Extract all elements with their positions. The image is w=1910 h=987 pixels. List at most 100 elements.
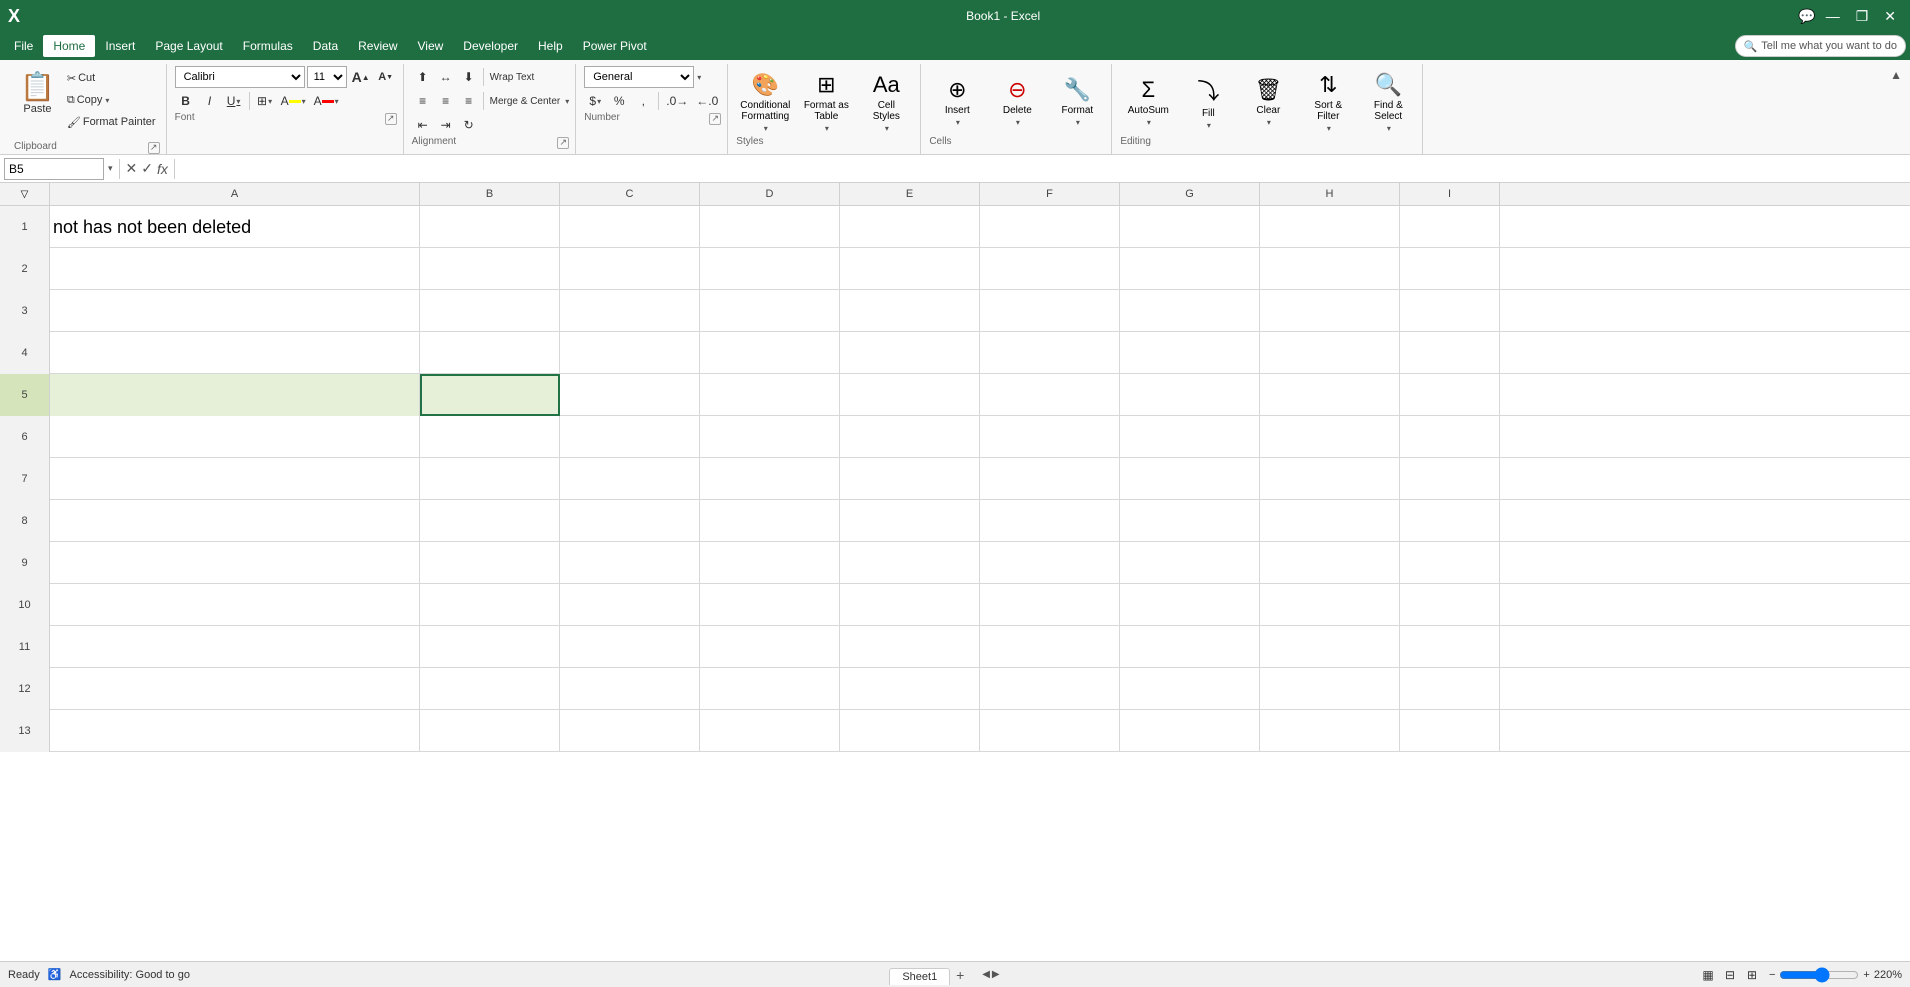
page-layout-view-button[interactable]: ⊟ <box>1721 966 1739 984</box>
row-num-8[interactable]: 8 <box>0 500 50 542</box>
font-name-select[interactable]: Calibri <box>175 66 305 88</box>
paste-button[interactable]: 📋 Paste <box>14 66 61 132</box>
align-left-button[interactable]: ≡ <box>412 90 434 112</box>
cell-b5[interactable] <box>420 374 560 416</box>
comma-button[interactable]: , <box>632 90 654 112</box>
cell-i8[interactable] <box>1400 500 1500 542</box>
cell-a4[interactable] <box>50 332 420 374</box>
cell-a3[interactable] <box>50 290 420 332</box>
cell-b13[interactable] <box>420 710 560 752</box>
cell-a7[interactable] <box>50 458 420 500</box>
menu-item-review[interactable]: Review <box>348 35 407 57</box>
col-header-d[interactable]: D <box>700 183 840 205</box>
find-select-button[interactable]: 🔍 Find &Select ▾ <box>1360 68 1416 135</box>
cell-h5[interactable] <box>1260 374 1400 416</box>
col-header-h[interactable]: H <box>1260 183 1400 205</box>
cell-d3[interactable] <box>700 290 840 332</box>
cell-i7[interactable] <box>1400 458 1500 500</box>
row-num-2[interactable]: 2 <box>0 248 50 290</box>
cell-g5[interactable] <box>1120 374 1260 416</box>
cell-h11[interactable] <box>1260 626 1400 668</box>
cell-f11[interactable] <box>980 626 1120 668</box>
menu-item-view[interactable]: View <box>408 35 454 57</box>
delete-button[interactable]: ⊖ Delete ▾ <box>989 73 1045 129</box>
menu-item-formulas[interactable]: Formulas <box>233 35 303 57</box>
cell-e2[interactable] <box>840 248 980 290</box>
page-break-preview-button[interactable]: ⊞ <box>1743 966 1761 984</box>
cell-i4[interactable] <box>1400 332 1500 374</box>
cell-g11[interactable] <box>1120 626 1260 668</box>
col-header-b[interactable]: B <box>420 183 560 205</box>
zoom-in-button[interactable]: + <box>1863 969 1869 981</box>
align-bottom-button[interactable]: ⬇ <box>458 66 480 88</box>
cell-f5[interactable] <box>980 374 1120 416</box>
cell-g6[interactable] <box>1120 416 1260 458</box>
cell-i2[interactable] <box>1400 248 1500 290</box>
cell-b11[interactable] <box>420 626 560 668</box>
increase-indent-button[interactable]: ⇥ <box>435 114 457 136</box>
cell-c5[interactable] <box>560 374 700 416</box>
menu-item-data[interactable]: Data <box>303 35 348 57</box>
close-button[interactable]: ✕ <box>1878 8 1902 25</box>
cell-a10[interactable] <box>50 584 420 626</box>
cell-g3[interactable] <box>1120 290 1260 332</box>
cell-d10[interactable] <box>700 584 840 626</box>
cell-c9[interactable] <box>560 542 700 584</box>
cell-h1[interactable] <box>1260 206 1400 248</box>
cell-c11[interactable] <box>560 626 700 668</box>
row-num-4[interactable]: 4 <box>0 332 50 374</box>
cell-b2[interactable] <box>420 248 560 290</box>
row-num-1[interactable]: 1 <box>0 206 50 248</box>
col-header-a[interactable]: A <box>50 183 420 205</box>
cell-b12[interactable] <box>420 668 560 710</box>
cell-styles-button[interactable]: Aa CellStyles ▾ <box>858 68 914 135</box>
cell-h8[interactable] <box>1260 500 1400 542</box>
format-painter-button[interactable]: 🖌 Format Painter <box>63 112 160 132</box>
cell-g4[interactable] <box>1120 332 1260 374</box>
cell-a6[interactable] <box>50 416 420 458</box>
cell-g1[interactable] <box>1120 206 1260 248</box>
cell-h12[interactable] <box>1260 668 1400 710</box>
row-num-3[interactable]: 3 <box>0 290 50 332</box>
cell-i12[interactable] <box>1400 668 1500 710</box>
confirm-formula-button[interactable]: ✓ <box>141 160 153 177</box>
cell-f3[interactable] <box>980 290 1120 332</box>
cell-f10[interactable] <box>980 584 1120 626</box>
scroll-right-button[interactable]: ▶ <box>992 969 1000 980</box>
cell-g9[interactable] <box>1120 542 1260 584</box>
cell-h3[interactable] <box>1260 290 1400 332</box>
cell-a8[interactable] <box>50 500 420 542</box>
cell-c1[interactable] <box>560 206 700 248</box>
cell-f9[interactable] <box>980 542 1120 584</box>
cell-c7[interactable] <box>560 458 700 500</box>
decrease-indent-button[interactable]: ⇤ <box>412 114 434 136</box>
cell-e1[interactable] <box>840 206 980 248</box>
tell-me-input[interactable]: 🔍 Tell me what you want to do <box>1735 35 1906 57</box>
menu-item-page-layout[interactable]: Page Layout <box>145 35 232 57</box>
format-as-table-button[interactable]: ⊞ Format asTable ▾ <box>798 68 854 135</box>
cell-f8[interactable] <box>980 500 1120 542</box>
cell-g13[interactable] <box>1120 710 1260 752</box>
cell-a11[interactable] <box>50 626 420 668</box>
row-num-12[interactable]: 12 <box>0 668 50 710</box>
cell-e3[interactable] <box>840 290 980 332</box>
alignment-expand[interactable]: ↗ <box>557 137 569 149</box>
insert-button[interactable]: ⊕ Insert ▾ <box>929 73 985 129</box>
col-header-f[interactable]: F <box>980 183 1120 205</box>
cell-f4[interactable] <box>980 332 1120 374</box>
row-num-10[interactable]: 10 <box>0 584 50 626</box>
cell-a13[interactable] <box>50 710 420 752</box>
conditional-formatting-button[interactable]: 🎨 ConditionalFormatting ▾ <box>736 68 794 135</box>
cell-e10[interactable] <box>840 584 980 626</box>
cell-d6[interactable] <box>700 416 840 458</box>
copy-button[interactable]: ⧉ Copy ▾ <box>63 90 160 110</box>
chat-icon[interactable]: 💬 <box>1798 8 1815 25</box>
menu-item-file[interactable]: File <box>4 35 43 57</box>
cell-h7[interactable] <box>1260 458 1400 500</box>
cell-e9[interactable] <box>840 542 980 584</box>
format-button[interactable]: 🔧 Format ▾ <box>1049 73 1105 129</box>
sort-filter-button[interactable]: ⇅ Sort &Filter ▾ <box>1300 68 1356 135</box>
increase-font-size-button[interactable]: A▲ <box>349 66 373 88</box>
cell-c10[interactable] <box>560 584 700 626</box>
cell-e7[interactable] <box>840 458 980 500</box>
